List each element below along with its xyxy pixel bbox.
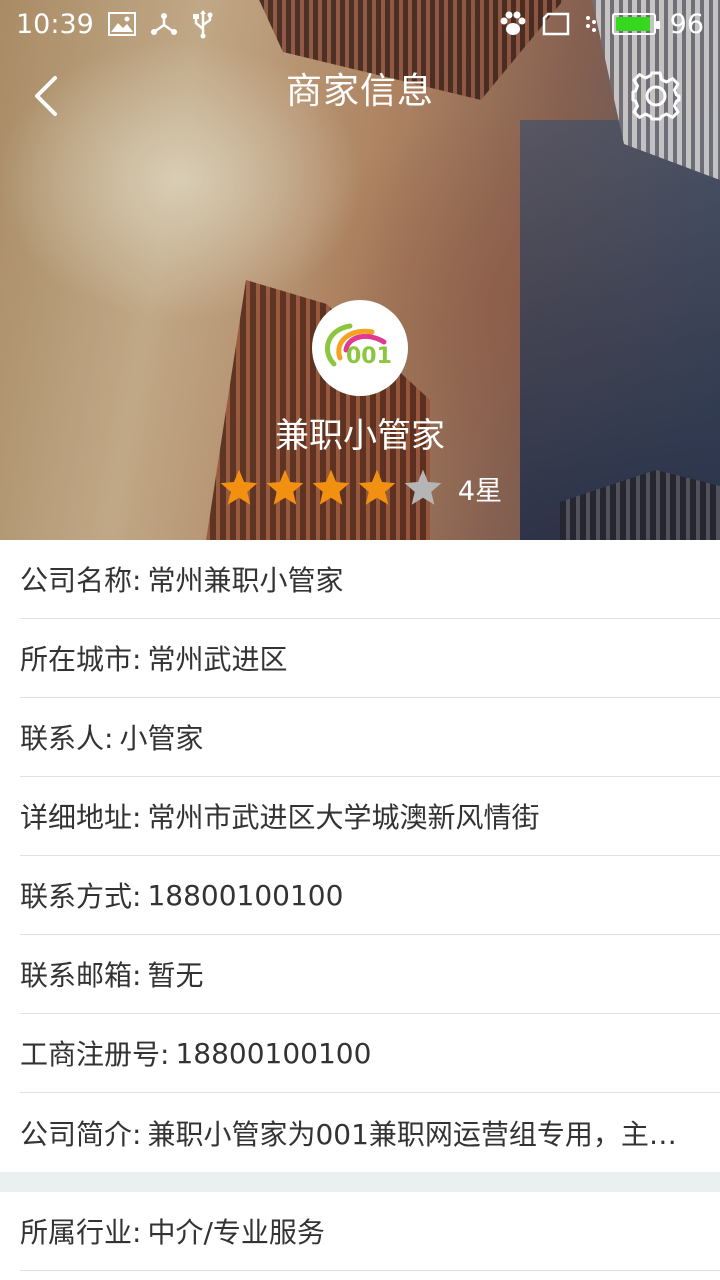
info-label: 所在城市: [20,643,142,676]
image-icon [107,12,136,36]
info-label: 详细地址: [20,801,142,834]
info-row-city: 所在城市: 常州武进区 [20,619,720,698]
star-rating: 4星 [0,467,720,509]
rating-label: 4星 [457,475,503,507]
info-label: 公司简介: [20,1117,142,1151]
status-bar: 10:39 96 [0,0,720,48]
info-row-company-name: 公司名称: 常州兼职小管家 [20,540,720,619]
status-bar-right: 96 [498,9,704,40]
star-filled-icon [218,467,260,509]
share-network-icon [150,11,178,37]
info-value: 常州武进区 [147,643,288,676]
section-divider [0,1172,720,1192]
info-label: 公司名称: [20,564,142,597]
battery-icon [611,13,660,35]
info-value: 中介/专业服务 [147,1216,325,1249]
battery-percent: 96 [669,8,704,40]
info-label: 联系人: [20,722,114,755]
gear-icon [630,70,682,122]
settings-button[interactable] [628,68,684,124]
info-value: 常州兼职小管家 [147,564,344,597]
info-label: 所属行业: [20,1216,142,1249]
sim-card-icon [542,12,570,36]
star-filled-icon [356,467,398,509]
company-logo: 001 [324,323,392,369]
paw-icon [498,10,528,38]
info-row-address[interactable]: 详细地址: 常州市武进区大学城澳新风情街 [20,777,720,856]
usb-icon [192,9,214,39]
info-value: 18800100100 [147,878,344,912]
avatar[interactable]: 001 [312,300,408,396]
merchant-profile: 001 兼职小管家 4星 [0,300,720,509]
info-value: 兼职小管家为001兼职网运营组专用，主要.. [147,1117,688,1151]
status-bar-left: 10:39 [16,9,214,40]
star-filled-icon [264,467,306,509]
logo-text: 001 [346,344,392,369]
info-row-contact-person: 联系人: 小管家 [20,698,720,777]
info-row-company-intro[interactable]: 公司简介: 兼职小管家为001兼职网运营组专用，主要.. [20,1093,720,1172]
merchant-name: 兼职小管家 [275,416,445,456]
merchant-info-list: 公司名称: 常州兼职小管家 所在城市: 常州武进区 联系人: 小管家 详细地址:… [0,540,720,1271]
info-label: 联系方式: [20,880,142,913]
info-row-email: 联系邮箱: 暂无 [20,935,720,1014]
info-value: 小管家 [119,722,204,755]
info-row-registration-number: 工商注册号: 18800100100 [20,1014,720,1093]
info-label: 工商注册号: [20,1038,170,1071]
info-label: 联系邮箱: [20,959,142,992]
info-value: 暂无 [147,959,204,992]
info-value: 18800100100 [175,1036,372,1070]
star-filled-icon [310,467,352,509]
page-title: 商家信息 [285,71,434,112]
info-value: 常州市武进区大学城澳新风情街 [147,801,540,834]
status-time: 10:39 [16,8,94,40]
info-row-industry: 所属行业: 中介/专业服务 [20,1192,720,1271]
info-row-phone[interactable]: 联系方式: 18800100100 [20,856,720,935]
star-empty-icon [402,467,444,509]
app-bar: 商家信息 [0,48,720,144]
battery-level [615,17,651,31]
charging-icon [584,14,598,34]
